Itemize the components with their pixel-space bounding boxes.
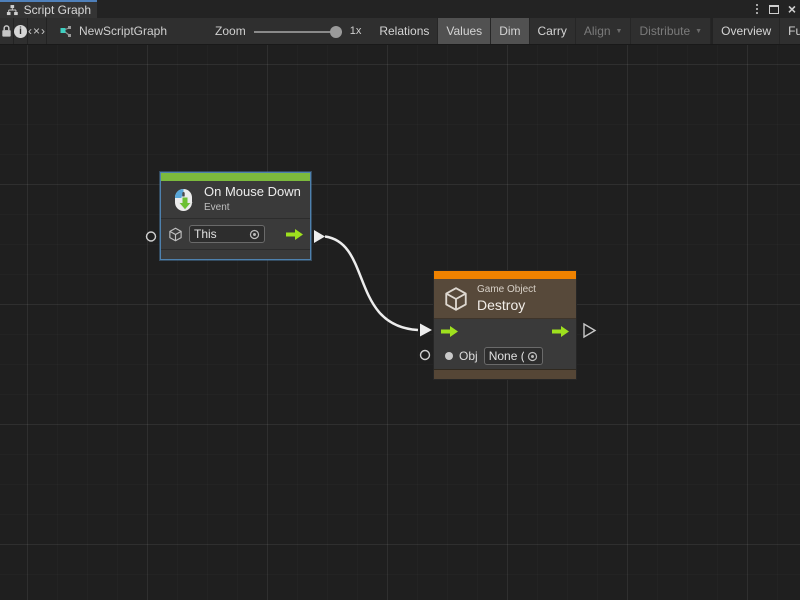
full-screen-button[interactable]: Full Screen	[780, 18, 800, 44]
overview-button[interactable]: Overview	[713, 18, 780, 44]
zoom-slider[interactable]	[254, 18, 342, 45]
zoom-label: Zoom	[215, 24, 246, 38]
close-icon[interactable]: ×	[788, 2, 796, 16]
graph-canvas[interactable]: On Mouse Down Event This	[0, 45, 800, 600]
connection-arrowhead[interactable]	[420, 324, 432, 337]
graph-breadcrumb[interactable]: NewScriptGraph	[47, 18, 167, 44]
value-input-port[interactable]	[147, 232, 156, 241]
info-icon: i	[14, 25, 27, 38]
graph-name: NewScriptGraph	[79, 24, 167, 38]
flow-output-port[interactable]	[584, 324, 595, 337]
zoom-value: 1x	[350, 25, 362, 37]
values-button[interactable]: Values	[438, 18, 491, 44]
tab-label: Script Graph	[24, 3, 91, 17]
relations-button[interactable]: Relations	[371, 18, 438, 44]
hierarchy-icon	[6, 4, 19, 16]
chevron-down-icon: ▼	[695, 28, 702, 35]
graph-asset-icon	[59, 25, 72, 38]
info-button[interactable]: i	[14, 18, 28, 44]
zoom-slider-track[interactable]	[254, 31, 342, 33]
distribute-dropdown[interactable]: Distribute ▼	[631, 18, 711, 44]
tab-script-graph[interactable]: Script Graph	[0, 0, 97, 18]
lock-icon	[0, 24, 13, 38]
trigger-output-port[interactable]	[314, 230, 325, 243]
titlebar: Script Graph ×	[0, 0, 800, 18]
carry-button[interactable]: Carry	[530, 18, 576, 44]
inspect-code-button[interactable]: ‹×›	[28, 18, 47, 44]
graph-toolbar: i ‹×› NewScriptGraph Zoom 1x R	[0, 18, 800, 45]
object-input-port[interactable]	[421, 351, 430, 360]
lock-button[interactable]	[0, 18, 14, 44]
script-graph-window: Script Graph × i ‹×›	[0, 0, 800, 600]
chevron-down-icon: ▼	[616, 28, 623, 35]
code-icon: ‹×›	[28, 24, 46, 38]
zoom-slider-handle[interactable]	[330, 26, 342, 38]
dim-button[interactable]: Dim	[491, 18, 529, 44]
maximize-icon[interactable]	[769, 5, 779, 14]
align-dropdown[interactable]: Align ▼	[576, 18, 632, 44]
connection-edge[interactable]	[325, 237, 418, 331]
window-menu-icon[interactable]	[754, 2, 760, 16]
edges-overlay	[0, 45, 800, 600]
